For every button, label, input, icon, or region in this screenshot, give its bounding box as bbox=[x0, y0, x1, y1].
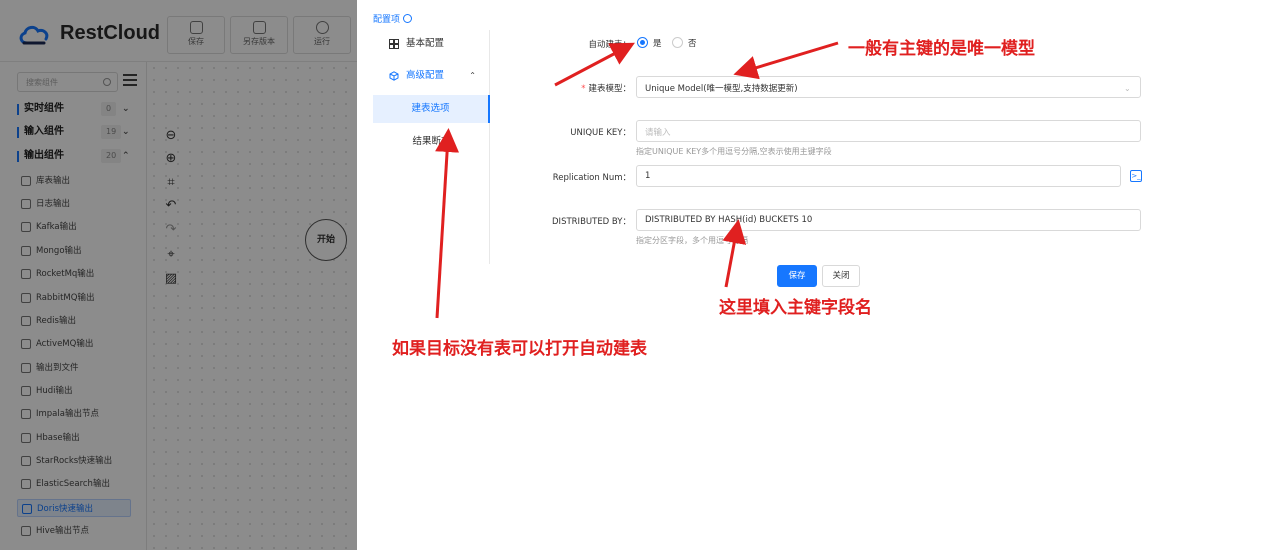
app-background: RestCloud 保存 另存版本 运行 搜索组件 实时组件 0 ⌄ 输入组件 … bbox=[0, 0, 357, 550]
auto-create-no-label: 否 bbox=[688, 39, 697, 49]
save-button[interactable]: 保存 bbox=[777, 265, 817, 287]
model-label-text: 建表模型： bbox=[588, 84, 631, 94]
nav-basic-label: 基本配置 bbox=[406, 38, 445, 49]
auto-create-yes-radio[interactable] bbox=[637, 37, 648, 48]
settings-icon bbox=[403, 14, 413, 23]
cube-icon bbox=[389, 71, 399, 81]
annotation-unique-model: 一般有主键的是唯一模型 bbox=[848, 39, 1035, 59]
grid-icon bbox=[389, 39, 399, 49]
drawer-title: 配置项 bbox=[373, 12, 413, 25]
annotation-auto-create: 如果目标没有表可以打开自动建表 bbox=[392, 339, 647, 359]
config-nav: 基本配置 高级配置 ⌃ 建表选项 结果断言 bbox=[373, 30, 490, 264]
annotation-primary-key: 这里填入主键字段名 bbox=[719, 298, 872, 318]
replication-input[interactable]: 1 bbox=[636, 165, 1121, 187]
model-select[interactable]: Unique Model(唯一模型,支持数据更新) bbox=[636, 76, 1141, 98]
unique-key-hint: 指定UNIQUE KEY多个用逗号分隔,空表示使用主键字段 bbox=[636, 147, 832, 156]
modal-mask[interactable] bbox=[0, 0, 357, 550]
distributed-input[interactable]: DISTRIBUTED BY HASH(id) BUCKETS 10 bbox=[636, 209, 1141, 231]
replication-label: Replication Num： bbox=[552, 173, 631, 183]
nav-advanced-config[interactable]: 高级配置 ⌃ bbox=[373, 64, 490, 88]
chevron-up-icon: ⌃ bbox=[469, 71, 476, 80]
drawer-title-text: 配置项 bbox=[373, 15, 401, 25]
auto-create-label: 自动建表： bbox=[588, 40, 631, 50]
distributed-hint: 指定分区字段，多个用逗号分隔 bbox=[636, 236, 748, 245]
nav-table-options[interactable]: 建表选项 bbox=[373, 95, 490, 123]
nav-basic-config[interactable]: 基本配置 bbox=[373, 32, 490, 56]
required-mark: * bbox=[581, 84, 586, 94]
model-label: * 建表模型： bbox=[581, 82, 631, 94]
auto-create-yes-label: 是 bbox=[653, 39, 662, 49]
auto-create-no-radio[interactable] bbox=[672, 37, 683, 48]
close-button[interactable]: 关闭 bbox=[822, 265, 860, 287]
unique-key-input[interactable]: 请输入 bbox=[636, 120, 1141, 142]
terminal-icon[interactable]: >_ bbox=[1130, 170, 1142, 182]
chevron-down-icon: ⌄ bbox=[1124, 84, 1131, 93]
distributed-label: DISTRIBUTED BY： bbox=[552, 217, 631, 227]
nav-result-assert[interactable]: 结果断言 bbox=[373, 128, 490, 156]
nav-advanced-label: 高级配置 bbox=[406, 70, 445, 81]
unique-key-label: UNIQUE KEY： bbox=[570, 128, 631, 138]
